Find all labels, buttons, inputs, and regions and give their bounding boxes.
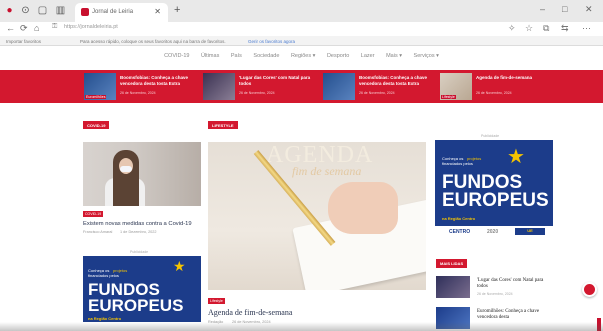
- mais-lidas-item[interactable]: 'Lugar das Cores' com Natal para todos 2…: [436, 276, 554, 298]
- tab-strip: ● ⊙ ▢ ▥ Jornal de Leiria ✕ + – □ ✕: [0, 0, 603, 22]
- back-icon[interactable]: ←: [6, 23, 15, 33]
- favorites-bar: Importar favoritos Para acesso rápido, c…: [0, 37, 603, 46]
- nav-desporto[interactable]: Desporto: [327, 53, 349, 59]
- floating-action-button[interactable]: [582, 282, 597, 297]
- bottom-shadow: [0, 322, 603, 331]
- ad-label: Publicidade: [130, 250, 149, 254]
- agenda-article-image[interactable]: AGENDA fim de semana: [208, 142, 426, 290]
- nav-covid[interactable]: COVID-19: [164, 53, 189, 59]
- maximize-button[interactable]: □: [562, 4, 567, 14]
- favorite-star-icon[interactable]: ☆: [525, 23, 533, 34]
- ad-big-2: EUROPEUS: [442, 190, 549, 211]
- browser-logo-icon: ●: [6, 5, 13, 16]
- tab-actions-icon[interactable]: ⊙: [20, 5, 31, 16]
- eu-flag-logo: UE: [515, 228, 545, 235]
- strip-item[interactable]: 'Lugar das Cores' com Natal para todos 2…: [203, 73, 315, 100]
- extensions-icon[interactable]: ✧: [508, 23, 516, 34]
- tab-jornal[interactable]: Jornal de Leiria ✕: [75, 3, 168, 22]
- covid-category-badge[interactable]: COVID-19: [83, 121, 110, 129]
- covid-article-date: 1 de Dezembro, 2022: [120, 230, 157, 234]
- nav-regioes[interactable]: Regiões ▾: [291, 53, 315, 59]
- site-favicon: [81, 8, 89, 16]
- mais-lidas-badge: MAIS LIDAS: [436, 259, 468, 268]
- eu-stars-icon: ★: [173, 258, 186, 274]
- strip-tag: Euromilhões: [85, 95, 107, 99]
- lifestyle-article-tag[interactable]: Lifestyle: [208, 298, 225, 304]
- ad-small-3: financiados pelos: [442, 161, 473, 166]
- strip-item[interactable]: Lifestyle Agenda de fim-de-semana 26 de …: [440, 73, 552, 100]
- address-bar-row: ← ⟳ ⌂ ⚿ https://jornaldeleiria.pt ✧ ☆ ⧉ …: [0, 22, 603, 36]
- strip-date: 26 de Novembro, 2024: [120, 91, 156, 95]
- centro-logo: CENTRO: [449, 229, 471, 235]
- nav-servicos[interactable]: Serviços ▾: [414, 53, 439, 59]
- collections-toolbar-icon[interactable]: ⧉: [543, 23, 549, 34]
- mais-lidas-title: Euromilhões: Conheça a chave vencedora d…: [477, 309, 540, 320]
- close-tab-icon[interactable]: ✕: [154, 7, 161, 16]
- strip-title: Agenda de fim-de-semana: [476, 75, 533, 80]
- strip-title: Boomsfobias: Conheça a chave vencedora d…: [359, 75, 428, 86]
- nav-sociedade[interactable]: Sociedade: [253, 53, 279, 59]
- strip-thumbnail: Euromilhões: [84, 73, 116, 100]
- manage-favorites-link[interactable]: Gerir os favoritos agora: [248, 39, 295, 44]
- more-menu-icon[interactable]: ⋯: [582, 23, 591, 34]
- browser-chrome: ● ⊙ ▢ ▥ Jornal de Leiria ✕ + – □ ✕ ← ⟳ ⌂…: [0, 0, 603, 46]
- vertical-tabs-icon[interactable]: ▥: [55, 5, 66, 16]
- fundos-europeus-ad-left[interactable]: ★ Conheça os projetos financiados pelos …: [83, 256, 201, 322]
- fundos-europeus-ad-right[interactable]: ★ Conheça os projetos financiados pelos …: [435, 140, 553, 226]
- strip-date: 26 de Novembro, 2024: [359, 91, 395, 95]
- strip-thumbnail: [323, 73, 355, 100]
- ad-label-right: Publicidade: [481, 134, 500, 138]
- ad-regiao: na Região Centro: [88, 316, 122, 321]
- strip-title: Boomsfobias: Conheça a chave vencedora d…: [120, 75, 189, 86]
- eu-stars-icon: ★: [507, 146, 525, 168]
- minimize-button[interactable]: –: [540, 4, 545, 14]
- mais-lidas-title: 'Lugar das Cores' com Natal para todos: [477, 278, 544, 289]
- favorites-hint: Para acesso rápido, coloque os seus favo…: [80, 39, 226, 44]
- nav-lazer[interactable]: Lazer: [361, 53, 375, 59]
- strip-thumbnail: [203, 73, 235, 100]
- nav-pais[interactable]: País: [231, 53, 242, 59]
- site-navigation: COVID-19 Últimas País Sociedade Regiões …: [0, 53, 603, 67]
- mais-lidas-thumbnail: [436, 276, 470, 298]
- ad-big-2: EUROPEUS: [88, 296, 184, 315]
- covid-article-image[interactable]: [83, 142, 201, 206]
- headline-strip: Euromilhões Boomsfobias: Conheça a chave…: [0, 70, 603, 103]
- sync-icon[interactable]: ⇆: [561, 23, 569, 34]
- url-field[interactable]: ⚿ https://jornaldeleiria.pt: [52, 23, 492, 34]
- close-window-button[interactable]: ✕: [585, 4, 593, 15]
- hand-shape: [328, 182, 398, 234]
- nav-mais[interactable]: Mais ▾: [386, 53, 402, 59]
- strip-date: 26 de Novembro, 2024: [239, 91, 275, 95]
- strip-tag: Lifestyle: [441, 95, 456, 99]
- strip-thumbnail: Lifestyle: [440, 73, 472, 100]
- covid-article-author: Francisco Amaral: [83, 230, 113, 234]
- strip-item[interactable]: Euromilhões Boomsfobias: Conheça a chave…: [84, 73, 196, 100]
- strip-item[interactable]: Boomsfobias: Conheça a chave vencedora d…: [323, 73, 435, 100]
- strip-title: 'Lugar das Cores' com Natal para todos: [239, 75, 311, 86]
- lifestyle-article-title[interactable]: Agenda de fim-de-semana: [208, 308, 292, 317]
- home-icon[interactable]: ⌂: [34, 23, 39, 33]
- mais-lidas-date: 26 de Novembro, 2024: [477, 292, 513, 296]
- covid-article-title[interactable]: Existem novas medidas contra a Covid-19: [83, 221, 203, 227]
- covid-article-tag[interactable]: COVID-19: [83, 211, 104, 217]
- ad-logos-row: CENTRO 2020 UE: [435, 226, 553, 238]
- ad-small-3: financiados pelos: [88, 273, 119, 278]
- lifestyle-category-badge[interactable]: LIFESTYLE: [208, 121, 238, 129]
- refresh-icon[interactable]: ⟳: [20, 23, 28, 34]
- new-tab-button[interactable]: +: [174, 4, 180, 16]
- mask-shape: [120, 166, 132, 172]
- url-text: https://jornaldeleiria.pt: [64, 24, 118, 30]
- portugal2020-logo: 2020: [487, 229, 499, 235]
- nav-ultimas[interactable]: Últimas: [201, 53, 219, 59]
- agenda-image-subtitle: fim de semana: [292, 164, 362, 178]
- tab-title: Jornal de Leiria: [92, 9, 134, 15]
- collections-icon[interactable]: ▢: [37, 5, 48, 16]
- ad-regiao: na Região Centro: [442, 216, 476, 221]
- lock-icon: ⚿: [52, 23, 58, 30]
- import-favorites-link[interactable]: Importar favoritos: [6, 39, 41, 44]
- strip-date: 26 de Novembro, 2024: [476, 91, 512, 95]
